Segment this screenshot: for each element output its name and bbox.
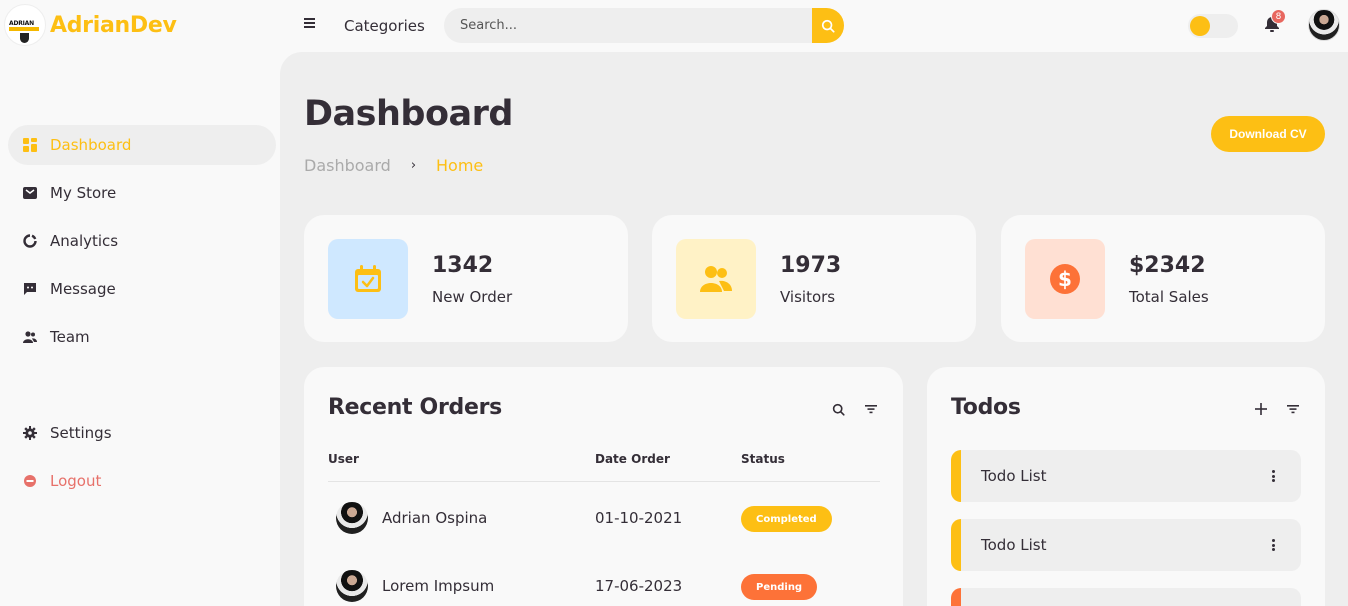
todo-item[interactable]: Todo List (951, 519, 1301, 571)
plus-icon[interactable] (1253, 401, 1269, 417)
order-date: 17-06-2023 (595, 577, 683, 595)
recent-orders-panel: Recent Orders User Date Order Status Adr… (304, 367, 903, 606)
sidebar-item-analytics[interactable]: Analytics (8, 221, 276, 261)
sidebar-item-logout[interactable]: Logout (8, 461, 276, 501)
main-content: Dashboard Dashboard › Home Download CV 1… (280, 52, 1348, 606)
stat-card-orders: 1342 New Order (304, 215, 628, 342)
download-cv-button[interactable]: Download CV (1211, 116, 1325, 152)
avatar (336, 570, 368, 602)
sidebar-item-label: Dashboard (50, 136, 132, 154)
user-name: Adrian Ospina (382, 509, 488, 527)
sidebar-item-label: Settings (50, 424, 112, 442)
analytics-icon (22, 233, 38, 249)
search-icon[interactable] (830, 401, 846, 417)
panel-title: Todos (951, 395, 1021, 420)
stat-label: New Order (432, 288, 513, 306)
breadcrumb: Dashboard › Home (304, 156, 483, 175)
table-row[interactable]: Lorem Impsum 17-06-2023 Pending (328, 552, 880, 606)
user-name: Lorem Impsum (382, 577, 495, 595)
users-icon (676, 239, 756, 319)
more-vertical-icon[interactable] (1271, 539, 1275, 551)
gear-icon (22, 425, 38, 441)
todo-item-partial[interactable] (951, 588, 1301, 606)
categories-link[interactable]: Categories (344, 17, 425, 35)
more-vertical-icon[interactable] (1271, 470, 1275, 482)
svg-text:$: $ (1058, 267, 1072, 291)
sidebar-item-my-store[interactable]: My Store (8, 173, 276, 213)
sidebar-item-label: Team (50, 328, 90, 346)
column-header: User (328, 452, 359, 466)
column-header: Date Order (595, 452, 670, 466)
dashboard-icon (22, 137, 38, 153)
todos-panel: Todos Todo List Todo List (927, 367, 1325, 606)
search-form (444, 8, 844, 43)
status-badge: Pending (741, 574, 818, 600)
brand-logo-text: ADRIAN (9, 20, 34, 27)
breadcrumb-item-active[interactable]: Home (436, 156, 483, 175)
calendar-check-icon (328, 239, 408, 319)
todo-label: Todo List (981, 536, 1047, 554)
search-icon (821, 19, 835, 33)
table-divider (328, 481, 880, 482)
stat-value: $2342 (1129, 253, 1206, 278)
stat-value: 1973 (780, 253, 842, 278)
sidebar-item-label: Analytics (50, 232, 119, 250)
chevron-right-icon: › (410, 158, 417, 173)
avatar (336, 502, 368, 534)
toggle-knob (1190, 16, 1210, 36)
store-icon (22, 185, 38, 201)
sidebar-item-label: Message (50, 280, 116, 298)
sidebar-item-settings[interactable]: Settings (8, 413, 276, 453)
search-button[interactable] (812, 8, 844, 43)
theme-toggle[interactable] (1188, 14, 1238, 38)
brand[interactable]: ADRIAN AdrianDev (4, 4, 177, 46)
sidebar-item-dashboard[interactable]: Dashboard (8, 125, 276, 165)
sidebar-item-label: Logout (50, 472, 102, 490)
brand-logo: ADRIAN (4, 4, 46, 46)
breadcrumb-item[interactable]: Dashboard (304, 156, 391, 175)
sidebar-item-label: My Store (50, 184, 117, 202)
notification-button[interactable]: 8 (1262, 9, 1286, 34)
sidebar: Dashboard My Store Analytics Message Tea… (0, 52, 280, 606)
brand-name: AdrianDev (50, 12, 177, 38)
stat-label: Total Sales (1129, 288, 1209, 306)
dollar-icon: $ (1025, 239, 1105, 319)
panel-title: Recent Orders (328, 395, 502, 420)
stat-card-sales: $ $2342 Total Sales (1001, 215, 1325, 342)
order-date: 01-10-2021 (595, 509, 683, 527)
message-icon (22, 281, 38, 297)
filter-icon[interactable] (863, 401, 879, 417)
todo-item[interactable]: Todo List (951, 450, 1301, 502)
column-header: Status (741, 452, 785, 466)
stat-label: Visitors (780, 288, 836, 306)
search-input[interactable] (444, 8, 812, 43)
status-badge: Completed (741, 506, 832, 532)
logout-icon (22, 473, 38, 489)
top-navbar: ADRIAN AdrianDev Categories 8 (0, 0, 1348, 52)
stat-card-visitors: 1973 Visitors (652, 215, 976, 342)
notification-count: 8 (1271, 9, 1286, 24)
stat-value: 1342 (432, 253, 494, 278)
menu-toggle-icon[interactable] (304, 16, 318, 30)
team-icon (22, 329, 38, 345)
profile-avatar[interactable] (1308, 9, 1340, 41)
sidebar-item-team[interactable]: Team (8, 317, 276, 357)
page-title: Dashboard (304, 94, 513, 134)
todo-label: Todo List (981, 467, 1047, 485)
filter-icon[interactable] (1285, 401, 1301, 417)
table-row[interactable]: Adrian Ospina 01-10-2021 Completed (328, 484, 880, 544)
sidebar-item-message[interactable]: Message (8, 269, 276, 309)
